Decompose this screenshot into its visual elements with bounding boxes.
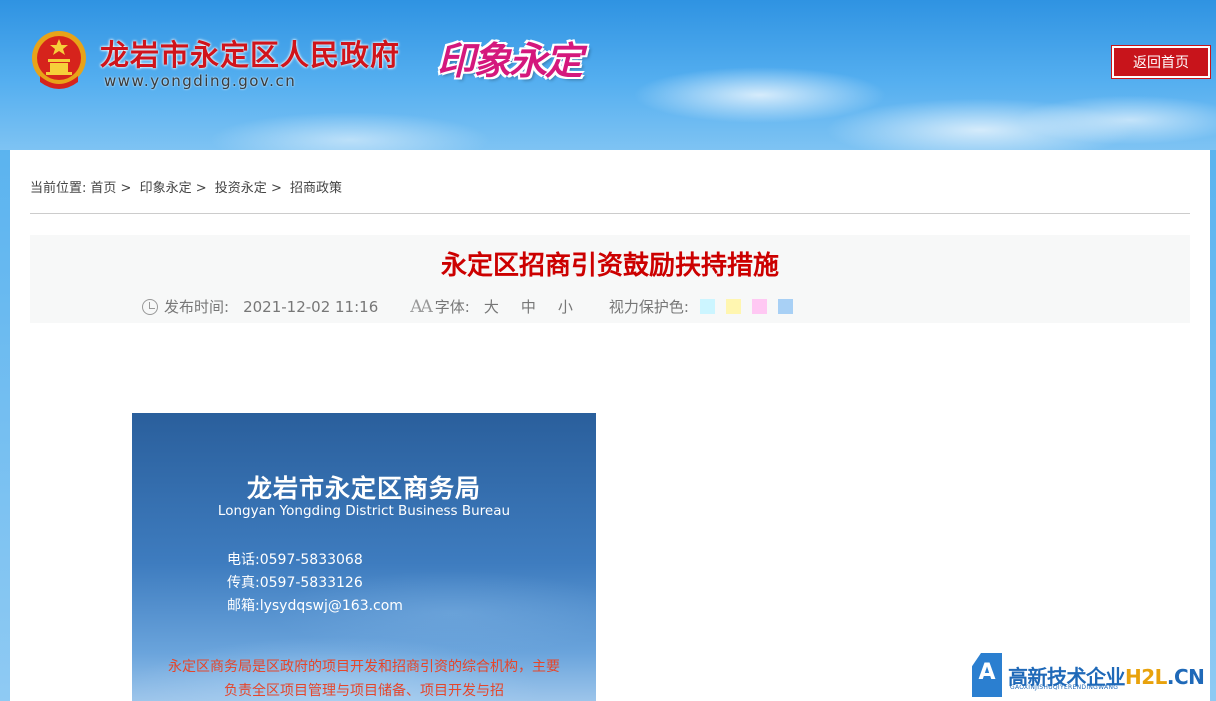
breadcrumb-invest[interactable]: 投资永定 xyxy=(215,181,267,196)
breadcrumb-home[interactable]: 首页 xyxy=(90,181,116,196)
slogan-logo: 印象永定 xyxy=(437,38,583,83)
publish-label: 发布时间: xyxy=(164,298,230,316)
watermark-brand: H2L xyxy=(1125,665,1167,689)
breadcrumb-separator: > xyxy=(270,181,282,196)
card-fax: 传真:0597-5833126 xyxy=(227,575,363,591)
breadcrumb-policy[interactable]: 招商政策 xyxy=(290,181,342,196)
eye-protect-label: 视力保护色: xyxy=(608,298,689,316)
divider xyxy=(30,213,1190,214)
breadcrumb-prefix: 当前位置: xyxy=(30,181,87,196)
card-phone: 电话:0597-5833068 xyxy=(227,552,363,568)
font-label: 字体: xyxy=(434,298,470,316)
article-title: 永定区招商引资鼓励扶持措施 xyxy=(440,251,779,281)
font-size-medium[interactable]: 中 xyxy=(521,296,536,317)
watermark-logo-icon: A xyxy=(972,653,1002,697)
content-panel: 当前位置: 首页 > 印象永定 > 投资永定 > 招商政策 永定区招商引资鼓励扶持… xyxy=(10,150,1210,701)
watermark-pinyin: GAOXINJISHUQIYERENDINGWANG xyxy=(1010,684,1119,691)
home-button[interactable]: 返回首页 xyxy=(1111,45,1211,79)
card-description: 永定区商务局是区政府的项目开发和招商引资的综合机构，主要负责全区项目管理与项目储… xyxy=(168,659,560,699)
eye-color-blue[interactable] xyxy=(777,299,793,314)
watermark: A 高新技术企业H2L.CN GAOXINJISHUQIYERENDINGWAN… xyxy=(968,651,1216,701)
site-title[interactable]: 龙岩市永定区人民政府 xyxy=(100,32,400,74)
clock-icon xyxy=(142,298,158,315)
publish-time: 2021-12-02 11:16 xyxy=(243,297,379,316)
eye-color-yellow[interactable] xyxy=(725,299,741,314)
article-header: 永定区招商引资鼓励扶持措施 发布时间: 2021-12-02 11:16 AA … xyxy=(30,235,1190,323)
card-subtitle: Longyan Yongding District Business Burea… xyxy=(217,503,511,519)
eye-color-pink[interactable] xyxy=(751,299,767,314)
breadcrumb: 当前位置: 首页 > 印象永定 > 投资永定 > 招商政策 xyxy=(30,177,342,196)
watermark-suffix: .CN xyxy=(1166,665,1205,689)
business-card-image: 龙岩市永定区商务局 Longyan Yongding District Busi… xyxy=(132,413,596,701)
national-emblem-icon xyxy=(32,31,86,89)
site-header: 龙岩市永定区人民政府 www.yongding.gov.cn 印象永定 返回首页 xyxy=(0,0,1216,150)
article-meta: 发布时间: 2021-12-02 11:16 AA 字体: 大 中 小 视力保护… xyxy=(142,296,793,317)
font-size-icon: AA xyxy=(410,296,433,317)
breadcrumb-separator: > xyxy=(195,181,207,196)
eye-color-cyan[interactable] xyxy=(699,299,715,314)
site-url: www.yongding.gov.cn xyxy=(104,72,297,90)
breadcrumb-separator: > xyxy=(120,181,132,196)
font-size-small[interactable]: 小 xyxy=(558,296,573,317)
card-title: 龙岩市永定区商务局 xyxy=(246,474,481,503)
breadcrumb-impression[interactable]: 印象永定 xyxy=(140,181,192,196)
font-size-large[interactable]: 大 xyxy=(484,296,499,317)
card-email: 邮箱:lysydqswj@163.com xyxy=(227,598,403,614)
